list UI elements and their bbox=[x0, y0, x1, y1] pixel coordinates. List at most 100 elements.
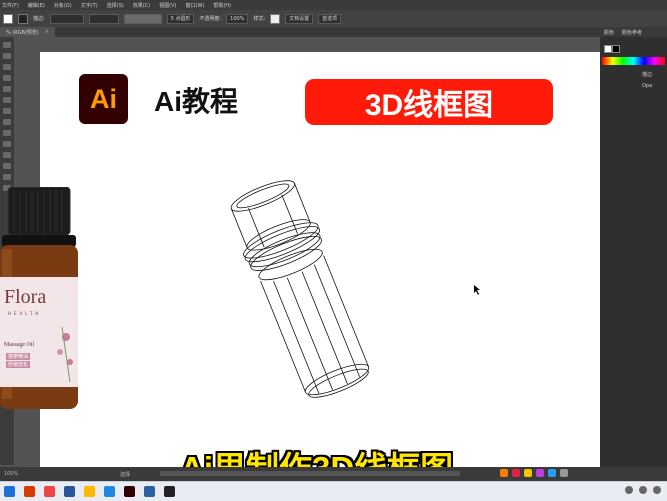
profile-select[interactable] bbox=[123, 13, 162, 24]
body-line-1 bbox=[273, 280, 320, 394]
menu-window[interactable]: 窗口(W) bbox=[185, 2, 204, 9]
body-line-4 bbox=[313, 264, 361, 377]
preferences-button[interactable]: 首选项 bbox=[318, 13, 342, 24]
menu-help[interactable]: 帮助(H) bbox=[213, 2, 231, 9]
document-tab-label: % (RGB/预览) bbox=[6, 29, 39, 36]
variable-width-select[interactable] bbox=[88, 13, 119, 24]
browser-icon[interactable] bbox=[104, 486, 115, 497]
panel-row-opacity[interactable]: Opa bbox=[642, 83, 652, 89]
body-side-right bbox=[323, 255, 369, 367]
pen-tool-icon[interactable] bbox=[3, 64, 11, 70]
eyedropper-tool-icon[interactable] bbox=[3, 163, 11, 169]
cap-side-mid2 bbox=[281, 194, 298, 234]
color-panel: 颜色 颜色参考 描边 Opa bbox=[600, 27, 667, 467]
stroke-label: 描边: bbox=[33, 16, 45, 22]
app-dark-icon[interactable] bbox=[164, 486, 175, 497]
cap-top-ellipse bbox=[230, 180, 295, 212]
app-icon-1[interactable] bbox=[500, 469, 508, 477]
menu-effect[interactable]: 效果(C) bbox=[133, 2, 150, 9]
selection-status: 选择 bbox=[120, 472, 131, 478]
wps-icon[interactable] bbox=[24, 486, 35, 497]
rectangle-tool-icon[interactable] bbox=[3, 86, 11, 92]
brush-value: 5 点圆形 bbox=[170, 16, 191, 22]
product-brand: Flora bbox=[4, 286, 47, 308]
hand-tool-icon[interactable] bbox=[3, 174, 11, 180]
document-tab-bar: % (RGB/预览) × bbox=[0, 27, 600, 37]
type-tool-icon[interactable] bbox=[3, 75, 11, 81]
bottle-cap bbox=[8, 187, 70, 235]
scale-tool-icon[interactable] bbox=[3, 119, 11, 125]
tray-icon-3[interactable] bbox=[653, 486, 661, 494]
close-icon[interactable]: × bbox=[45, 29, 49, 35]
style-swatch[interactable] bbox=[270, 13, 281, 24]
preferences-label: 首选项 bbox=[322, 16, 338, 22]
menu-view[interactable]: 视图(V) bbox=[159, 2, 176, 9]
color-spectrum[interactable] bbox=[602, 57, 665, 65]
illustrator-taskbar-icon[interactable] bbox=[124, 486, 135, 497]
product-type: Massage Oil bbox=[4, 342, 35, 348]
windows-start-icon[interactable] bbox=[4, 486, 15, 497]
product-photo: Flora HEALTH Massage Oil 按摩精油 舒缓放松 bbox=[0, 186, 78, 409]
tray-icon-1[interactable] bbox=[625, 486, 633, 494]
opacity-label: 不透明度: bbox=[199, 16, 222, 22]
product-cn-line1: 按摩精油 bbox=[6, 353, 31, 360]
status-bar: 100% 选择 bbox=[0, 467, 667, 481]
system-tray bbox=[625, 486, 661, 494]
menu-file[interactable]: 文件(F) bbox=[2, 2, 19, 9]
color-guide-tab[interactable]: 颜色参考 bbox=[622, 29, 642, 36]
shape-builder-tool-icon[interactable] bbox=[3, 141, 11, 147]
stroke-weight-input[interactable] bbox=[49, 13, 84, 24]
photoshop-taskbar-icon[interactable] bbox=[144, 486, 155, 497]
cap-side-right bbox=[294, 183, 311, 223]
cap-side-left bbox=[230, 208, 248, 248]
tray-icon-2[interactable] bbox=[639, 486, 647, 494]
menu-type[interactable]: 文字(T) bbox=[81, 2, 98, 9]
stroke-swatch[interactable] bbox=[18, 13, 28, 24]
status-icons bbox=[500, 469, 568, 477]
app-red-icon[interactable] bbox=[44, 486, 55, 497]
document-setup-label: 文档设置 bbox=[289, 16, 310, 22]
document-setup-button[interactable]: 文档设置 bbox=[285, 13, 314, 24]
gradient-tool-icon[interactable] bbox=[3, 152, 11, 158]
menu-object[interactable]: 对象(O) bbox=[54, 2, 72, 9]
app-icon-3[interactable] bbox=[524, 469, 532, 477]
fill-swatch[interactable] bbox=[3, 13, 13, 24]
product-cn-line2: 舒缓放松 bbox=[6, 361, 31, 368]
explorer-icon[interactable] bbox=[84, 486, 95, 497]
app-icon-6[interactable] bbox=[560, 469, 568, 477]
width-tool-icon[interactable] bbox=[3, 130, 11, 136]
app-icon-4[interactable] bbox=[536, 469, 544, 477]
body-line-2 bbox=[286, 277, 333, 391]
pointer-cursor-icon bbox=[474, 285, 480, 295]
color-tab[interactable]: 颜色 bbox=[604, 29, 614, 36]
menu-bar: 文件(F) 编辑(E) 对象(O) 文字(T) 选择(S) 效果(C) 视图(V… bbox=[0, 0, 667, 10]
brush-select[interactable]: 5 点圆形 bbox=[166, 13, 195, 24]
horizontal-scrollbar[interactable] bbox=[160, 471, 460, 476]
style-label: 样式: bbox=[253, 16, 266, 22]
body-side-left bbox=[260, 280, 306, 393]
body-bottom-ellipse bbox=[304, 363, 370, 396]
menu-select[interactable]: 选择(S) bbox=[107, 2, 124, 9]
body-line-3 bbox=[301, 271, 348, 385]
word-icon[interactable] bbox=[64, 486, 75, 497]
ai-logo: Ai bbox=[79, 74, 128, 124]
document-tab[interactable]: % (RGB/预览) × bbox=[0, 27, 55, 37]
opacity-value: 100% bbox=[230, 15, 245, 22]
brush-tool-icon[interactable] bbox=[3, 97, 11, 103]
wireframe-bottle[interactable] bbox=[230, 165, 420, 400]
app-icon-2[interactable] bbox=[512, 469, 520, 477]
menu-edit[interactable]: 编辑(E) bbox=[28, 2, 45, 9]
rotate-tool-icon[interactable] bbox=[3, 108, 11, 114]
product-sub-brand: HEALTH bbox=[8, 311, 42, 316]
ai-logo-text: Ai bbox=[90, 83, 117, 114]
opacity-input[interactable]: 100% bbox=[226, 13, 249, 24]
os-taskbar bbox=[0, 481, 667, 501]
app-icon-5[interactable] bbox=[548, 469, 556, 477]
zoom-level[interactable]: 100% bbox=[4, 471, 18, 477]
selection-tool-icon[interactable] bbox=[3, 42, 11, 48]
fill-indicator[interactable] bbox=[604, 45, 612, 53]
stroke-indicator[interactable] bbox=[612, 45, 620, 53]
panel-row-stroke[interactable]: 描边 bbox=[642, 71, 652, 78]
direct-selection-tool-icon[interactable] bbox=[3, 53, 11, 59]
title-banner-text: 3D线框图 bbox=[364, 89, 494, 122]
